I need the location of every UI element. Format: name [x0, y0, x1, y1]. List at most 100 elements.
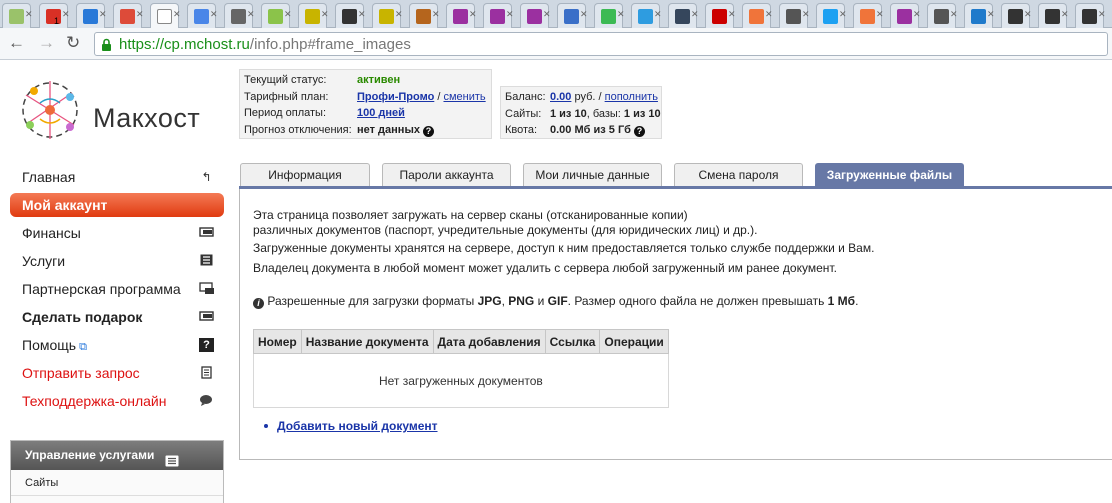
tab-information[interactable]: Информация	[240, 163, 370, 187]
sidebar-item-label: Помощь	[22, 337, 77, 353]
close-tab-icon[interactable]: ✕	[173, 9, 181, 20]
close-tab-icon[interactable]: ✕	[543, 9, 551, 20]
close-tab-icon[interactable]: ✕	[247, 9, 255, 20]
sidebar-item-services[interactable]: Услуги	[10, 249, 224, 273]
browser-tab[interactable]: ✕	[1001, 3, 1032, 28]
close-tab-icon[interactable]: ✕	[765, 9, 773, 20]
close-tab-icon[interactable]: ✕	[25, 9, 33, 20]
close-tab-icon[interactable]: ✕	[950, 9, 958, 20]
quota-row: Квота: 0.00 Мб из 5 Гб ?	[505, 122, 657, 139]
browser-tab[interactable]: ✕	[927, 3, 958, 28]
tab-change-password[interactable]: Смена пароля	[674, 163, 803, 187]
payment-period-row: Период оплаты: 100 дней	[244, 105, 487, 122]
services-panel-header[interactable]: Управление услугами	[11, 441, 223, 470]
close-tab-icon[interactable]: ✕	[99, 9, 107, 20]
browser-tab[interactable]: ✕	[853, 3, 884, 28]
favicon-generic-icon	[1082, 9, 1097, 24]
close-tab-icon[interactable]: ✕	[506, 9, 514, 20]
tab-personal-data[interactable]: Мои личные данные	[523, 163, 662, 187]
browser-tab[interactable]: ✕	[409, 3, 440, 28]
browser-tab[interactable]: ✕	[261, 3, 292, 28]
sidebar-item-finance[interactable]: Финансы	[10, 221, 224, 245]
browser-tab[interactable]: ✕	[520, 3, 551, 28]
top-up-link[interactable]: пополнить	[605, 91, 658, 103]
close-tab-icon[interactable]: ✕	[913, 9, 921, 20]
change-tariff-link[interactable]: сменить	[443, 91, 485, 103]
close-tab-icon[interactable]: ✕	[1024, 9, 1032, 20]
tumblr-icon	[675, 9, 690, 24]
address-bar[interactable]: https://cp.mchost.ru/info.php#frame_imag…	[94, 32, 1108, 56]
close-tab-icon[interactable]: ✕	[580, 9, 588, 20]
sidebar-item-label: Услуги	[22, 253, 66, 269]
close-tab-icon[interactable]: ✕	[691, 9, 699, 20]
browser-tab[interactable]: 1 ✕	[39, 3, 70, 28]
close-tab-icon[interactable]: ✕	[358, 9, 366, 20]
close-tab-icon[interactable]: ✕	[136, 9, 144, 20]
browser-tab[interactable]: ✕	[1075, 3, 1106, 28]
close-tab-icon[interactable]: ✕	[432, 9, 440, 20]
browser-tab[interactable]: ✕	[335, 3, 366, 28]
services-panel-item-sites[interactable]: Сайты	[11, 470, 223, 496]
browser-tab[interactable]: ✕	[298, 3, 329, 28]
close-tab-icon[interactable]: ✕	[284, 9, 292, 20]
sites-label: Сайты:	[505, 107, 542, 120]
browser-tab[interactable]: ✕	[742, 3, 773, 28]
browser-tab[interactable]: ✕	[224, 3, 255, 28]
browser-tab[interactable]: ✕	[187, 3, 218, 28]
browser-tab[interactable]: ✕	[964, 3, 995, 28]
add-new-document-link[interactable]: Добавить новый документ	[277, 419, 438, 433]
tab-uploaded-files[interactable]: Загруженные файлы	[815, 163, 964, 187]
browser-tab[interactable]: ✕	[150, 3, 181, 29]
close-tab-icon[interactable]: ✕	[876, 9, 884, 20]
help-question-icon[interactable]: ?	[423, 125, 435, 137]
close-tab-icon[interactable]: ✕	[839, 9, 847, 20]
sidebar-item-help[interactable]: Помощь ⧉ ?	[10, 333, 224, 357]
browser-tab[interactable]: ✕	[594, 3, 625, 28]
browser-tab[interactable]: ✕	[890, 3, 921, 28]
quota-label: Квота:	[505, 124, 538, 136]
sidebar-item-online-support[interactable]: Техподдержка-онлайн	[10, 389, 224, 413]
close-tab-icon[interactable]: ✕	[802, 9, 810, 20]
close-tab-icon[interactable]: ✕	[1061, 9, 1069, 20]
close-tab-icon[interactable]: ✕	[617, 9, 625, 20]
browser-tab[interactable]: ✕	[446, 3, 477, 28]
sidebar-item-make-gift[interactable]: Сделать подарок	[10, 305, 224, 329]
browser-tab[interactable]: ✕	[1038, 3, 1069, 28]
close-tab-icon[interactable]: ✕	[654, 9, 662, 20]
browser-tab[interactable]: ✕	[705, 3, 736, 28]
makhost-logo[interactable]: Макхост	[14, 73, 214, 148]
close-tab-icon[interactable]: ✕	[210, 9, 218, 20]
back-arrow-icon[interactable]: ←	[8, 33, 25, 53]
close-tab-icon[interactable]: ✕	[395, 9, 403, 20]
close-tab-icon[interactable]: ✕	[321, 9, 329, 20]
close-tab-icon[interactable]: ✕	[469, 9, 477, 20]
help-question-icon[interactable]: ?	[634, 126, 646, 137]
browser-tab[interactable]: ✕	[779, 3, 810, 28]
balance-amount-link[interactable]: 0.00	[550, 91, 571, 103]
browser-tab[interactable]: ✕	[76, 3, 107, 28]
browser-tab[interactable]: ✕	[631, 3, 662, 28]
close-tab-icon[interactable]: ✕	[62, 9, 70, 20]
tariff-link[interactable]: Профи-Промо	[357, 91, 434, 103]
payment-period-link[interactable]: 100 дней	[357, 107, 405, 119]
browser-tab[interactable]: ✕	[2, 3, 33, 28]
favicon-generic-icon	[1008, 9, 1023, 24]
browser-tab[interactable]: ✕	[113, 3, 144, 28]
tab-account-passwords[interactable]: Пароли аккаунта	[382, 163, 511, 187]
notepad-icon	[199, 366, 214, 380]
sidebar-item-my-account[interactable]: Мой аккаунт	[10, 193, 224, 217]
sidebar-item-send-request[interactable]: Отправить запрос	[10, 361, 224, 385]
sidebar-item-partner-program[interactable]: Партнерская программа	[10, 277, 224, 301]
browser-tab[interactable]: ✕	[372, 3, 403, 28]
browser-tab[interactable]: ✕	[816, 3, 847, 28]
sidebar-item-home[interactable]: Главная ↰	[10, 165, 224, 189]
forward-arrow-icon[interactable]: →	[38, 33, 55, 53]
reload-icon[interactable]: ↻	[66, 33, 80, 53]
status-row: Текущий статус: активен	[244, 72, 487, 89]
close-tab-icon[interactable]: ✕	[1098, 9, 1106, 20]
close-tab-icon[interactable]: ✕	[987, 9, 995, 20]
close-tab-icon[interactable]: ✕	[728, 9, 736, 20]
browser-tab[interactable]: ✕	[668, 3, 699, 28]
browser-tab[interactable]: ✕	[483, 3, 514, 28]
browser-tab[interactable]: ✕	[557, 3, 588, 28]
